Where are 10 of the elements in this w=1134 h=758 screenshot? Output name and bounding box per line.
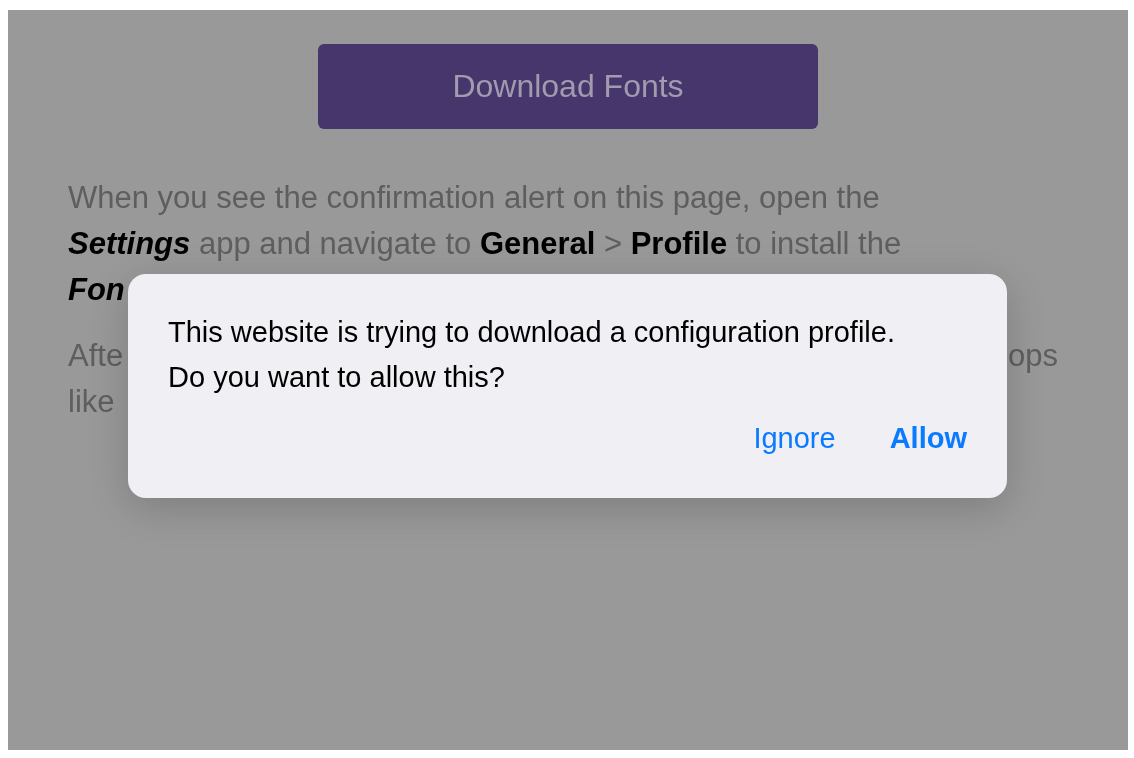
alert-message: This website is trying to download a configuration profile. Do you want to allow this? — [168, 315, 896, 395]
ignore-button[interactable]: Ignore — [753, 418, 836, 459]
instruction-text: Fon — [68, 271, 125, 309]
instruction-text: ops — [1008, 337, 1058, 375]
instruction-text: Settings app and navigate to General > Profile to install the — [68, 225, 902, 263]
download-fonts-button[interactable]: Download Fonts — [318, 44, 818, 129]
instruction-text: Afte — [68, 337, 124, 375]
instruction-text: like — [68, 383, 115, 421]
allow-button[interactable]: Allow — [889, 418, 967, 459]
instruction-text: When you see the confirmation alert on this page, open the — [68, 179, 880, 217]
